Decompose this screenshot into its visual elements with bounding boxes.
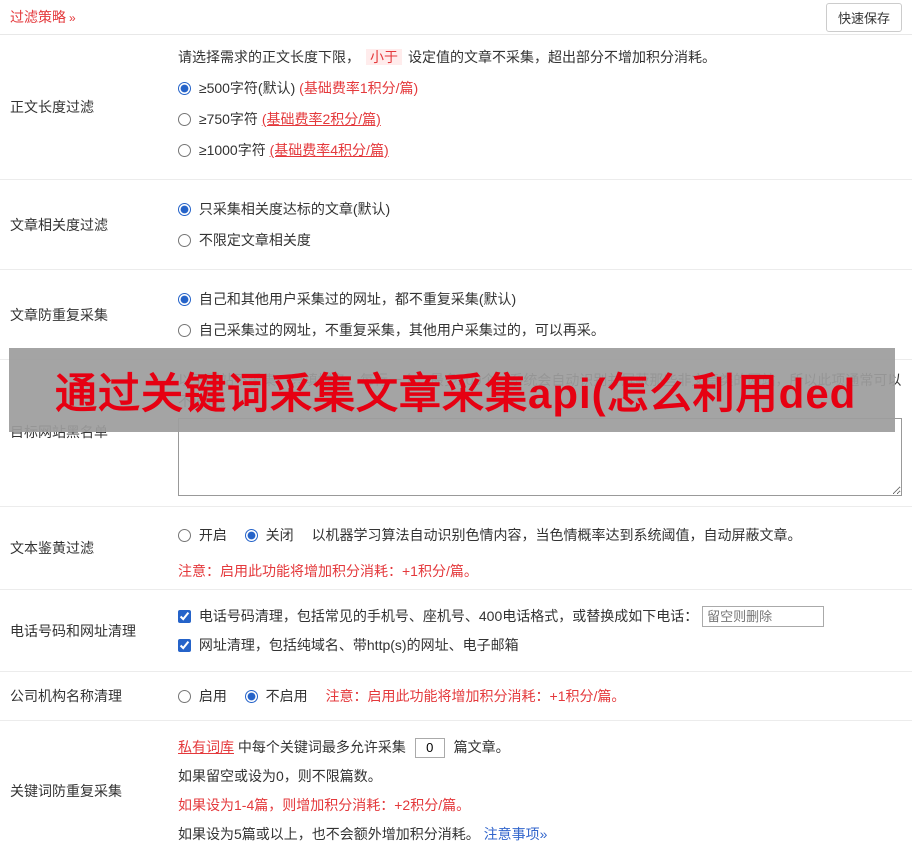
row-keyword-dedup: 关键词防重复采集 私有词库 中每个关键词最多允许采集 篇文章。 如果留空或设为0… <box>0 721 912 860</box>
row-content-relevance: 只采集相关度达标的文章(默认) 不限定文章相关度 <box>178 180 912 269</box>
keyword-limit-input[interactable] <box>414 737 445 758</box>
phone-clean-checkbox[interactable] <box>178 610 191 623</box>
company-radio-off[interactable] <box>244 690 258 703</box>
intro-after: 设定值的文章不采集，超出部分不增加积分消耗。 <box>408 49 716 65</box>
dedup-option-self[interactable]: 自己采集过的网址，不重复采集，其他用户采集过的，可以再采。 <box>178 320 902 340</box>
porn-option-label: 开启 <box>198 527 227 543</box>
url-clean-label: 网址清理，包括纯域名、带http(s)的网址、电子邮箱 <box>198 637 519 653</box>
intro-before: 请选择需求的正文长度下限， <box>178 49 360 65</box>
relevance-radio-strict[interactable] <box>178 203 191 216</box>
length-option-label: ≥750字符 <box>198 111 258 127</box>
keyword-note-five: 如果设为5篇或以上，也不会额外增加积分消耗。 注意事项» <box>178 823 902 845</box>
dedup-radio-self[interactable] <box>178 324 191 337</box>
keyword-limit-text: 中每个关键词最多允许采集 <box>237 739 406 755</box>
porn-options-line: 开启 关闭 以机器学习算法自动识别色情内容，当色情概率达到系统阈值，自动屏蔽文章… <box>178 522 902 548</box>
row-porn-filter: 文本鉴黄过滤 开启 关闭 以机器学习算法自动识别色情内容，当色情概率达到系统阈值… <box>0 507 912 590</box>
porn-option-label: 关闭 <box>265 527 294 543</box>
watermark-text: 通过关键词采集文章采集api(怎么利用ded <box>55 369 857 417</box>
length-option-750[interactable]: ≥750字符 (基础费率2积分/篇) <box>178 109 902 129</box>
porn-desc: 以机器学习算法自动识别色情内容，当色情概率达到系统阈值，自动屏蔽文章。 <box>311 527 802 543</box>
relevance-option-label: 不限定文章相关度 <box>198 232 311 248</box>
row-label-company: 公司机构名称清理 <box>10 688 122 704</box>
porn-option-on[interactable]: 开启 <box>178 524 227 546</box>
length-radio-500[interactable] <box>178 82 191 95</box>
length-option-note: (基础费率4积分/篇) <box>269 142 389 158</box>
row-label-relevance: 文章相关度过滤 <box>10 216 108 233</box>
row-phone-url-clean: 电话号码和网址清理 电话号码清理，包括常见的手机号、座机号、400电话格式，或替… <box>0 590 912 672</box>
watermark-overlay: 通过关键词采集文章采集api(怎么利用ded <box>9 348 895 432</box>
private-lexicon-link[interactable]: 私有词库 <box>178 739 234 755</box>
dedup-option-global[interactable]: 自己和其他用户采集过的网址，都不重复采集(默认) <box>178 289 902 309</box>
keyword-note-zero: 如果留空或设为0，则不限篇数。 <box>178 768 382 784</box>
row-label-phone-url: 电话号码和网址清理 <box>10 622 136 639</box>
company-option-off[interactable]: 不启用 <box>244 686 308 706</box>
length-radio-1000[interactable] <box>178 144 191 157</box>
url-clean-line: 网址清理，包括纯域名、带http(s)的网址、电子邮箱 <box>178 634 902 656</box>
keyword-note-five-text: 如果设为5篇或以上，也不会额外增加积分消耗。 <box>178 826 480 842</box>
relevance-option-label: 只采集相关度达标的文章(默认) <box>198 201 391 217</box>
length-option-note: (基础费率2积分/篇) <box>261 111 381 127</box>
company-option-on[interactable]: 启用 <box>178 686 227 706</box>
keyword-note-cost: 如果设为1-4篇，则增加积分消耗：+2积分/篇。 <box>178 797 471 813</box>
company-option-label: 启用 <box>198 688 227 704</box>
row-label-porn: 文本鉴黄过滤 <box>10 540 94 556</box>
porn-radio-off[interactable] <box>244 529 258 542</box>
phone-replace-input[interactable] <box>702 606 825 627</box>
length-option-note: (基础费率1积分/篇) <box>299 80 419 96</box>
company-option-label: 不启用 <box>265 688 308 704</box>
url-clean-option[interactable]: 网址清理，包括纯域名、带http(s)的网址、电子邮箱 <box>178 637 519 653</box>
row-content-keyword: 私有词库 中每个关键词最多允许采集 篇文章。 如果留空或设为0，则不限篇数。 如… <box>178 721 912 860</box>
row-content-company: 启用 不启用 注意：启用此功能将增加积分消耗：+1积分/篇。 <box>178 672 912 720</box>
row-content-porn: 开启 关闭 以机器学习算法自动识别色情内容，当色情概率达到系统阈值，自动屏蔽文章… <box>178 507 912 589</box>
row-content-dedup: 自己和其他用户采集过的网址，都不重复采集(默认) 自己采集过的网址，不重复采集，… <box>178 270 912 359</box>
row-text-length-filter: 正文长度过滤 请选择需求的正文长度下限， 小于 设定值的文章不采集，超出部分不增加积… <box>0 35 912 180</box>
chevron-double-icon: » <box>69 11 76 25</box>
relevance-option-strict[interactable]: 只采集相关度达标的文章(默认) <box>178 199 902 219</box>
page-title-text: 过滤策略 <box>10 9 66 25</box>
row-content-text-length: 请选择需求的正文长度下限， 小于 设定值的文章不采集，超出部分不增加积分消耗。 ≥5… <box>178 35 912 179</box>
length-option-500[interactable]: ≥500字符(默认) (基础费率1积分/篇) <box>178 78 902 98</box>
length-option-1000[interactable]: ≥1000字符 (基础费率4积分/篇) <box>178 140 902 160</box>
porn-option-off[interactable]: 关闭 <box>244 524 294 546</box>
company-radio-on[interactable] <box>178 690 191 703</box>
row-dedup-collection: 文章防重复采集 自己和其他用户采集过的网址，都不重复采集(默认) 自己采集过的网… <box>0 270 912 360</box>
row-label-dedup: 文章防重复采集 <box>10 306 108 323</box>
phone-clean-option[interactable]: 电话号码清理，包括常见的手机号、座机号、400电话格式，或替换成如下电话： <box>178 608 702 624</box>
dedup-radio-global[interactable] <box>178 293 191 306</box>
dedup-option-label: 自己和其他用户采集过的网址，都不重复采集(默认) <box>198 291 517 307</box>
phone-clean-line: 电话号码清理，包括常见的手机号、座机号、400电话格式，或替换成如下电话： <box>178 605 902 627</box>
intro-highlight: 小于 <box>366 49 402 65</box>
relevance-radio-any[interactable] <box>178 234 191 247</box>
company-warning: 注意：启用此功能将增加积分消耗：+1积分/篇。 <box>325 688 626 704</box>
dedup-option-label: 自己采集过的网址，不重复采集，其他用户采集过的，可以再采。 <box>198 322 605 338</box>
row-label-keyword: 关键词防重复采集 <box>10 782 122 799</box>
url-clean-checkbox[interactable] <box>178 639 191 652</box>
length-option-label: ≥500字符(默认) <box>198 80 296 96</box>
length-option-label: ≥1000字符 <box>198 142 266 158</box>
filter-settings-page: 过滤策略» 快速保存 正文长度过滤 请选择需求的正文长度下限， 小于 设定值的文章不… <box>0 0 912 842</box>
length-radio-750[interactable] <box>178 113 191 126</box>
porn-warning: 注意：启用此功能将增加积分消耗：+1积分/篇。 <box>178 563 478 579</box>
quick-save-button[interactable]: 快速保存 <box>825 2 902 32</box>
notice-link[interactable]: 注意事项» <box>484 826 548 842</box>
porn-radio-on[interactable] <box>178 529 191 542</box>
row-content-phone-url: 电话号码清理，包括常见的手机号、座机号、400电话格式，或替换成如下电话： 网址… <box>178 590 912 671</box>
row-label-text-length: 正文长度过滤 <box>10 99 94 115</box>
page-title[interactable]: 过滤策略» <box>10 7 76 27</box>
text-length-intro: 请选择需求的正文长度下限， 小于 设定值的文章不采集，超出部分不增加积分消耗。 <box>178 47 902 67</box>
keyword-limit-suffix: 篇文章。 <box>453 739 510 755</box>
phone-clean-label: 电话号码清理，包括常见的手机号、座机号、400电话格式，或替换成如下电话： <box>198 608 699 624</box>
row-company-clean: 公司机构名称清理 启用 不启用 注意：启用此功能将增加积分消耗：+1积分/篇。 <box>0 672 912 721</box>
keyword-limit-line: 私有词库 中每个关键词最多允许采集 篇文章。 <box>178 736 902 758</box>
row-relevance-filter: 文章相关度过滤 只采集相关度达标的文章(默认) 不限定文章相关度 <box>0 180 912 270</box>
topbar: 过滤策略» 快速保存 <box>0 0 912 35</box>
relevance-option-any[interactable]: 不限定文章相关度 <box>178 230 902 250</box>
